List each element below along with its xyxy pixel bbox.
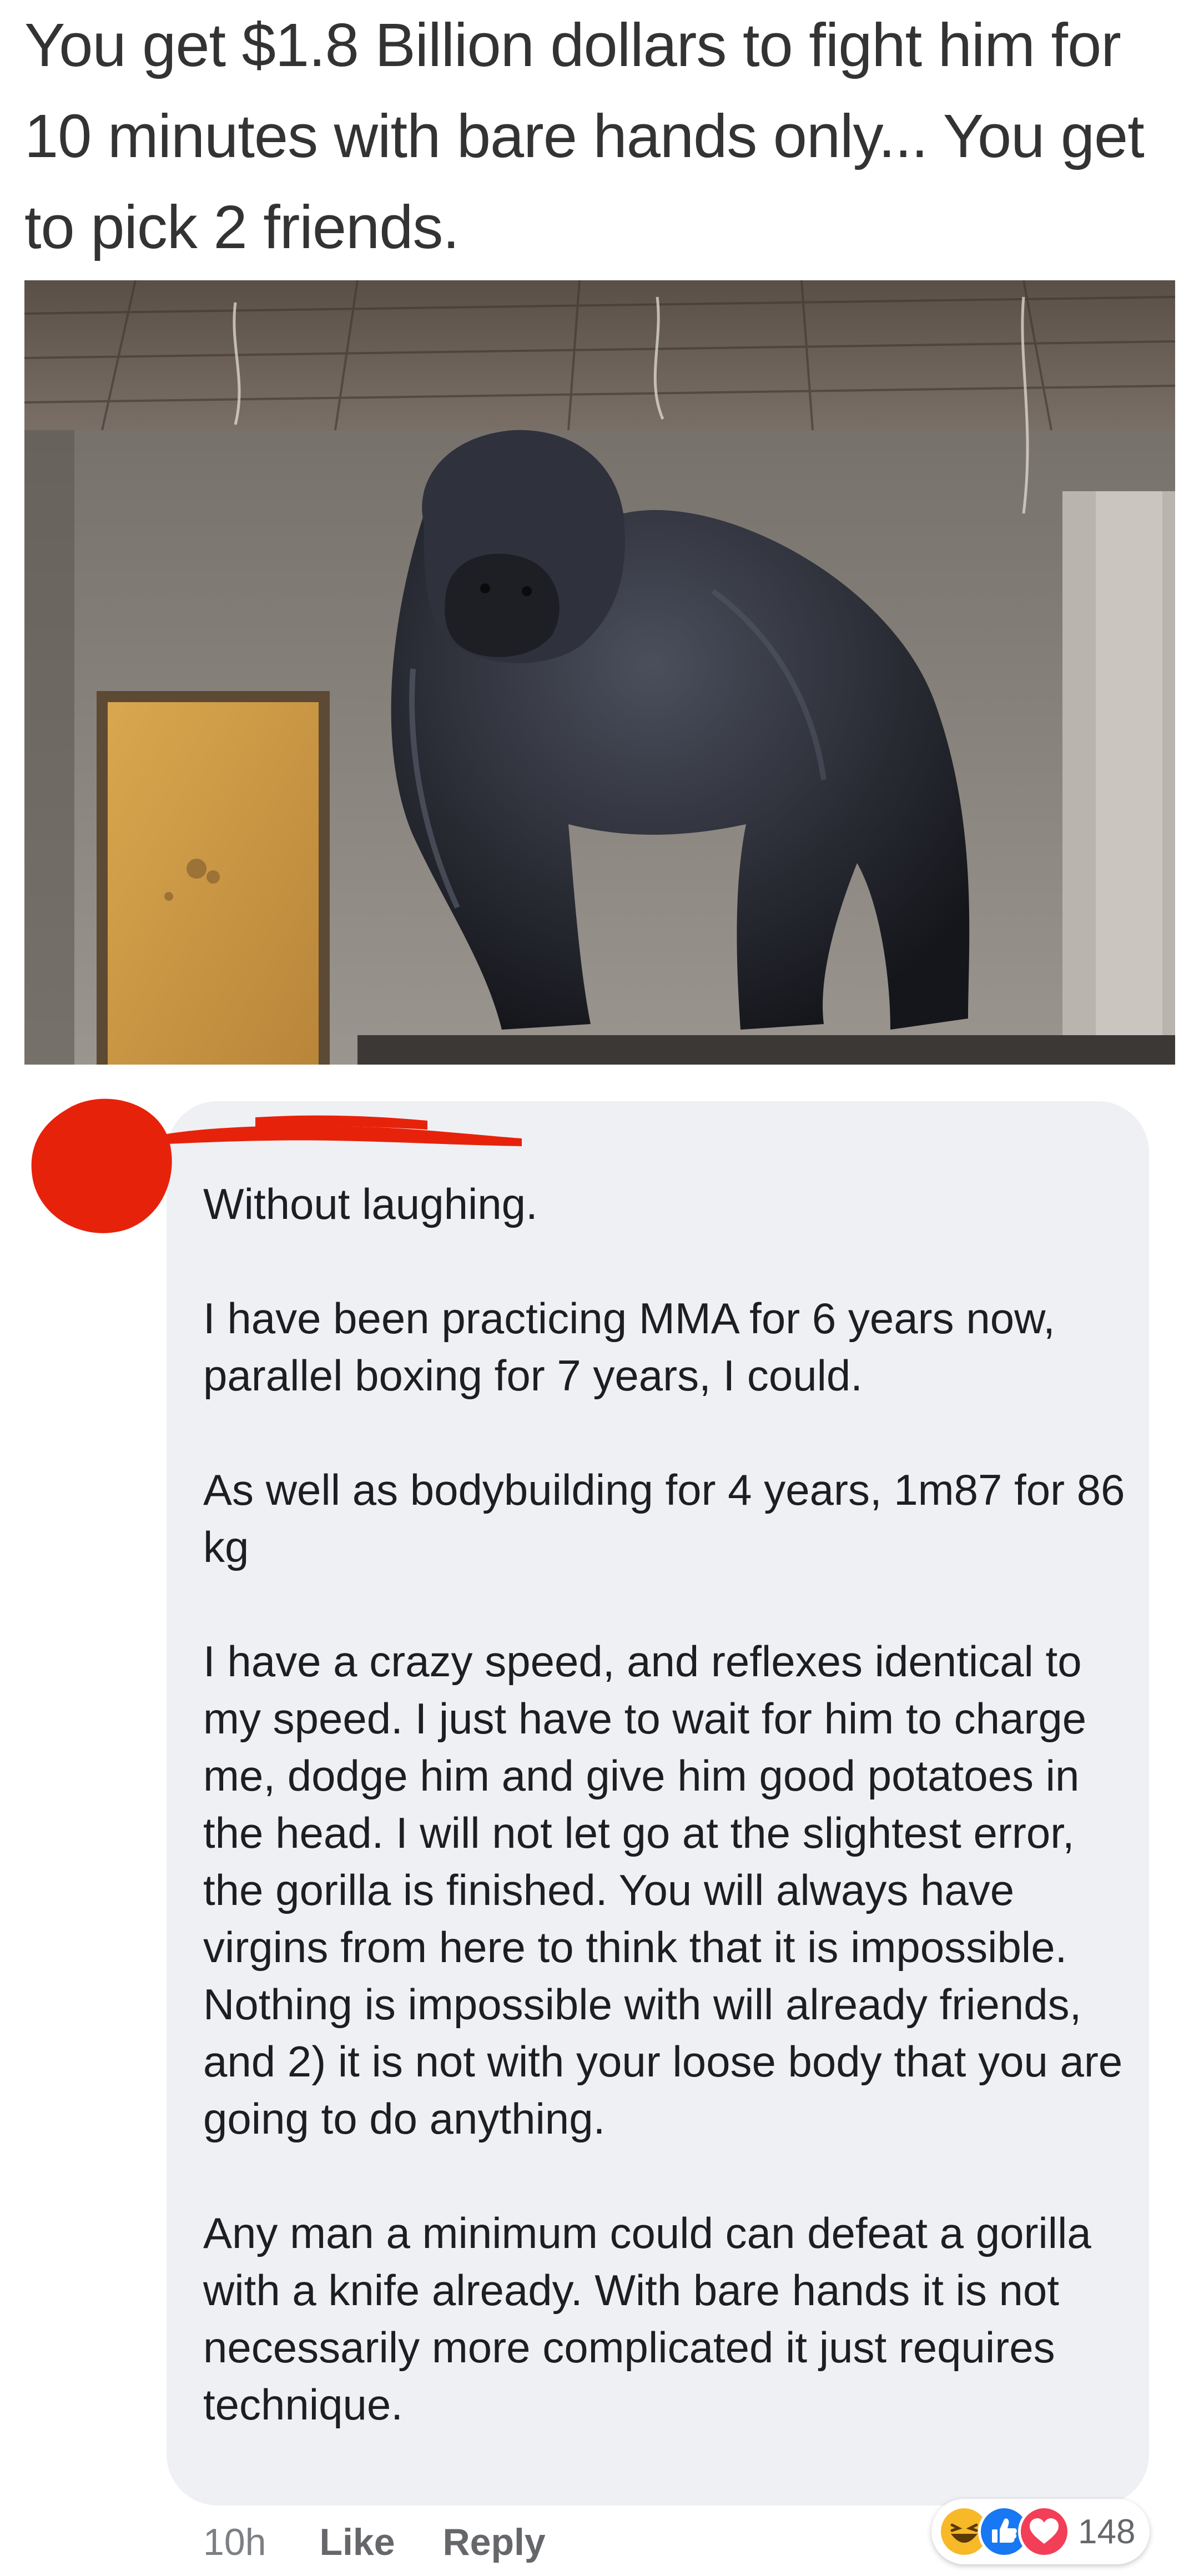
comment-paragraph: I have been practicing MMA for 6 years n… [203, 1294, 1055, 1400]
reaction-count: 148 [1078, 2512, 1136, 2551]
comment-paragraph: As well as bodybuilding for 4 years, 1m8… [203, 1465, 1125, 1571]
post-caption-line: You get $1.8 Billion dollars to fight hi… [24, 11, 1121, 79]
reactions-summary[interactable]: 148 [931, 2499, 1150, 2564]
comment-paragraph: Any man a minimum could can defeat a gor… [203, 2209, 1091, 2429]
comment-paragraph: Without laughing. [203, 1179, 538, 1228]
post-photo[interactable] [24, 280, 1175, 1065]
like-button[interactable]: Like [319, 2520, 395, 2564]
comment-actions: 10h Like Reply [203, 2514, 593, 2570]
reply-button[interactable]: Reply [443, 2520, 546, 2564]
comment-paragraph: I have a crazy speed, and reflexes ident… [203, 1637, 1123, 2143]
post-caption: You get $1.8 Billion dollars to fight hi… [24, 0, 1179, 273]
avatar[interactable] [27, 1088, 175, 1237]
comment-text: Without laughing. I have been practicing… [203, 1176, 1141, 2433]
comment-timestamp[interactable]: 10h [203, 2520, 266, 2564]
author-name-redaction [167, 1113, 527, 1152]
post-caption-line: to pick 2 friends. [24, 193, 460, 261]
post-caption-line: 10 minutes with bare hands only... You g… [24, 102, 1145, 170]
heart-icon [1018, 2506, 1070, 2558]
